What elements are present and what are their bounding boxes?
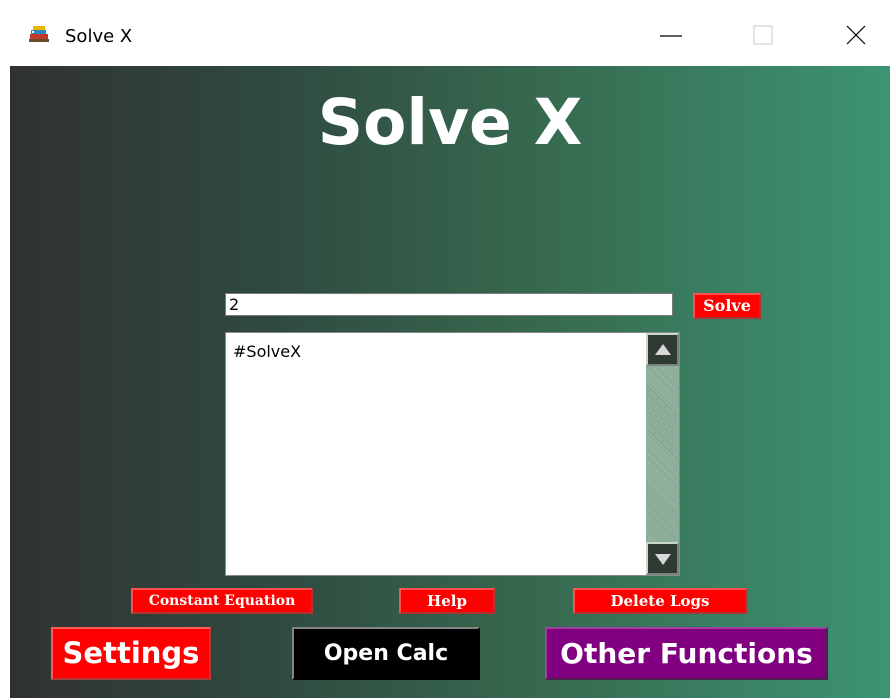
delete-logs-button[interactable]: Delete Logs (573, 588, 747, 614)
triangle-down-icon (655, 554, 671, 565)
app-heading: Solve X (317, 86, 583, 159)
scroll-down-button[interactable] (646, 542, 679, 575)
scroll-up-button[interactable] (646, 333, 679, 366)
maximize-icon (753, 25, 773, 45)
solve-button[interactable]: Solve (693, 293, 761, 319)
books-icon (28, 25, 50, 43)
constant-equation-button[interactable]: Constant Equation (131, 588, 313, 614)
log-textarea[interactable]: #SolveX (225, 332, 680, 576)
minimize-icon (660, 35, 682, 37)
title-bar[interactable]: Solve X (0, 0, 890, 66)
close-button[interactable] (832, 18, 878, 54)
open-calc-button[interactable]: Open Calc (292, 627, 480, 680)
app-window: Solve X Solve X Solve #SolveX (0, 0, 890, 698)
log-text: #SolveX (233, 342, 302, 361)
window-title: Solve X (65, 26, 133, 47)
help-button[interactable]: Help (399, 588, 495, 614)
minimize-button[interactable] (648, 18, 694, 54)
equation-input[interactable] (225, 293, 673, 316)
close-icon (846, 25, 866, 45)
log-scrollbar[interactable] (646, 333, 679, 575)
triangle-up-icon (655, 344, 671, 355)
settings-button[interactable]: Settings (51, 627, 211, 680)
maximize-button[interactable] (740, 18, 786, 54)
client-area: Solve X Solve #SolveX Constant Equation … (10, 66, 890, 698)
other-functions-button[interactable]: Other Functions (545, 627, 828, 680)
